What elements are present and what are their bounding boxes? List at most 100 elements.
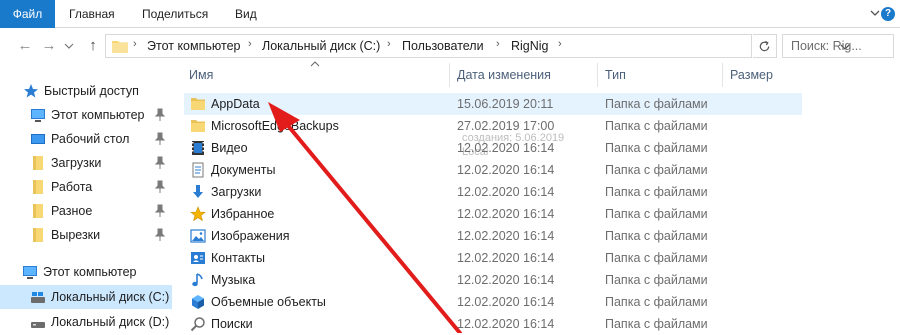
nav-drive-d[interactable]: Локальный диск (D:) xyxy=(0,310,172,334)
breadcrumb-user[interactable]: RigNig xyxy=(511,39,549,53)
nav-item-desktop[interactable]: Рабочий стол xyxy=(0,127,172,151)
file-type: Папка с файлами xyxy=(605,317,708,331)
tab-home[interactable]: Главная xyxy=(69,0,115,28)
tab-share[interactable]: Поделиться xyxy=(142,0,208,28)
nav-item-clippings[interactable]: Вырезки xyxy=(0,223,172,247)
table-row[interactable]: AppData 15.06.2019 20:11 Папка с файлами xyxy=(184,93,802,115)
table-row[interactable]: Объемные объекты 12.02.2020 16:14 Папка … xyxy=(184,291,802,313)
nav-quick-access-label: Быстрый доступ xyxy=(44,84,139,98)
table-row[interactable]: Избранное 12.02.2020 16:14 Папка с файла… xyxy=(184,203,802,225)
column-divider[interactable] xyxy=(722,63,723,87)
table-row[interactable]: Музыка 12.02.2020 16:14 Папка с файлами xyxy=(184,269,802,291)
file-name: Музыка xyxy=(211,273,256,287)
folder-icon xyxy=(33,156,43,170)
column-header-date[interactable]: Дата изменения xyxy=(457,68,551,82)
nav-item-label: Вырезки xyxy=(51,228,101,242)
column-divider[interactable] xyxy=(449,63,450,87)
contacts-icon xyxy=(191,252,205,264)
column-header-size[interactable]: Размер xyxy=(730,68,773,82)
drive-icon xyxy=(31,292,45,303)
nav-drive-label: Локальный диск (C:) xyxy=(51,290,170,304)
table-row[interactable]: Загрузки 12.02.2020 16:14 Папка с файлам… xyxy=(184,181,802,203)
column-header-name[interactable]: Имя xyxy=(189,68,213,82)
column-header-row: Имя Дата изменения Тип Размер xyxy=(172,61,900,87)
video-folder-icon xyxy=(192,141,204,155)
tab-file[interactable]: Файл xyxy=(0,0,55,28)
nav-quick-access[interactable]: Быстрый доступ xyxy=(0,79,172,103)
file-date: 12.02.2020 16:14 xyxy=(457,185,555,199)
file-type: Папка с файлами xyxy=(605,163,708,177)
nav-item-label: Работа xyxy=(51,180,93,194)
desktop-icon xyxy=(31,134,45,144)
up-button[interactable]: ↑ xyxy=(84,37,102,55)
table-row[interactable]: Поиски 12.02.2020 16:14 Папка с файлами xyxy=(184,313,802,335)
table-row[interactable]: Видео 12.02.2020 16:14 Папка с файлами xyxy=(184,137,802,159)
table-row[interactable]: Контакты 12.02.2020 16:14 Папка с файлам… xyxy=(184,247,802,269)
search-placeholder: Поиск: Rig... xyxy=(791,39,862,53)
file-name: Объемные объекты xyxy=(211,295,326,309)
address-field[interactable]: › Этот компьютер › Локальный диск (C:) ›… xyxy=(105,34,850,58)
file-name: Изображения xyxy=(211,229,290,243)
file-type: Папка с файлами xyxy=(605,141,708,155)
pin-icon[interactable] xyxy=(154,228,166,242)
file-type: Папка с файлами xyxy=(605,97,708,111)
nav-item-label: Загрузки xyxy=(51,156,102,170)
nav-item-misc[interactable]: Разное xyxy=(0,199,172,223)
file-date: 15.06.2019 20:11 xyxy=(457,97,554,111)
file-date: 12.02.2020 16:14 xyxy=(457,141,555,155)
refresh-button[interactable] xyxy=(753,34,777,58)
help-icon[interactable]: ? xyxy=(881,7,895,21)
nav-item-this-pc[interactable]: Этот компьютер xyxy=(0,103,172,127)
nav-item-label: Этот компьютер xyxy=(51,108,145,122)
file-date: 12.02.2020 16:14 xyxy=(457,273,555,287)
star-icon xyxy=(190,206,206,222)
music-icon xyxy=(192,273,203,287)
file-name: Видео xyxy=(211,141,248,155)
3d-objects-icon xyxy=(192,295,204,309)
file-date: 12.02.2020 16:14 xyxy=(457,251,555,265)
documents-icon xyxy=(192,162,204,178)
breadcrumb-users[interactable]: Пользователи xyxy=(402,39,484,53)
pin-icon[interactable] xyxy=(154,204,166,218)
file-name: Контакты xyxy=(211,251,265,265)
file-name: Загрузки xyxy=(211,185,262,199)
pictures-icon xyxy=(190,229,206,243)
folder-icon xyxy=(112,41,128,53)
folder-icon xyxy=(33,204,43,218)
breadcrumb-separator-icon: › xyxy=(387,38,391,50)
table-row[interactable]: Изображения 12.02.2020 16:14 Папка с фай… xyxy=(184,225,802,247)
breadcrumb-drive-c[interactable]: Локальный диск (C:) xyxy=(262,39,380,53)
folder-icon xyxy=(33,180,43,194)
chevron-down-icon[interactable] xyxy=(870,8,880,18)
nav-this-pc[interactable]: Этот компьютер xyxy=(0,260,172,284)
tab-view[interactable]: Вид xyxy=(235,0,257,28)
star-icon xyxy=(24,84,38,98)
file-type: Папка с файлами xyxy=(605,229,708,243)
pin-icon[interactable] xyxy=(154,132,166,146)
column-divider[interactable] xyxy=(597,63,598,87)
nav-drive-c[interactable]: Локальный диск (C:) xyxy=(0,285,172,309)
file-date: 12.02.2020 16:14 xyxy=(457,207,555,221)
pin-icon[interactable] xyxy=(154,156,166,170)
file-type: Папка с файлами xyxy=(605,207,708,221)
nav-item-work[interactable]: Работа xyxy=(0,175,172,199)
pin-icon[interactable] xyxy=(154,180,166,194)
file-type: Папка с файлами xyxy=(605,251,708,265)
column-header-type[interactable]: Тип xyxy=(605,68,626,82)
recent-dropdown-icon[interactable] xyxy=(64,41,74,51)
folder-icon xyxy=(191,98,205,110)
back-button[interactable]: ← xyxy=(16,37,34,55)
folder-icon xyxy=(191,120,205,132)
file-name: MicrosoftEdgeBackups xyxy=(211,119,339,133)
breadcrumb-separator-icon: › xyxy=(133,38,137,50)
forward-button[interactable]: → xyxy=(40,37,58,55)
pin-icon[interactable] xyxy=(154,108,166,122)
file-type: Папка с файлами xyxy=(605,119,708,133)
file-date: 12.02.2020 16:14 xyxy=(457,229,555,243)
file-name: Документы xyxy=(211,163,276,177)
nav-item-downloads[interactable]: Загрузки xyxy=(0,151,172,175)
search-input[interactable]: Поиск: Rig... xyxy=(782,34,894,58)
address-bar-row: ← → ↑ › Этот компьютер › Локальный диск … xyxy=(0,29,900,63)
breadcrumb-this-pc[interactable]: Этот компьютер xyxy=(147,39,240,53)
table-row[interactable]: Документы 12.02.2020 16:14 Папка с файла… xyxy=(184,159,802,181)
